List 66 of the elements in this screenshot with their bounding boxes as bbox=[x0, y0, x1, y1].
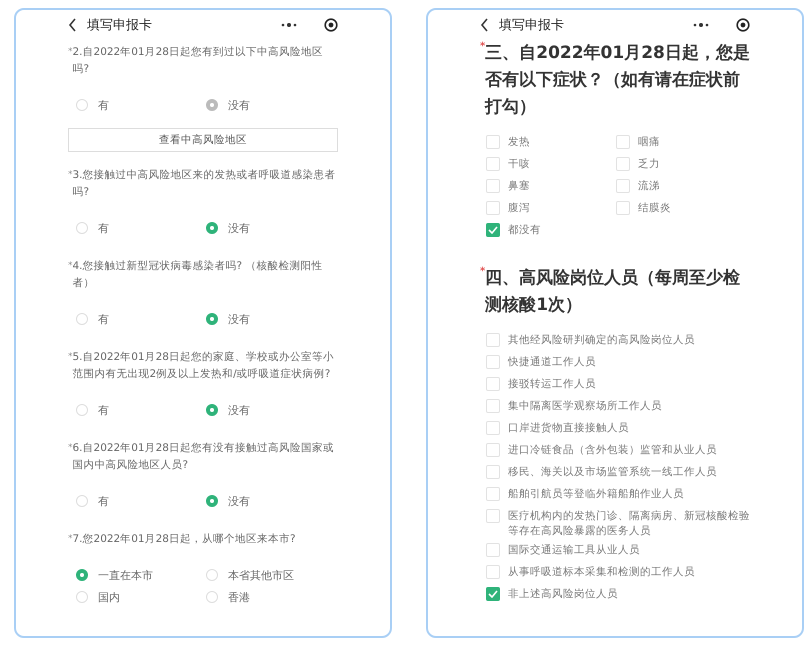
option-label: 结膜炎 bbox=[638, 201, 671, 216]
option-label: 香港 bbox=[228, 590, 250, 604]
required-mark: * bbox=[68, 169, 72, 182]
checkbox[interactable] bbox=[486, 587, 500, 601]
option-label: 其他经风险研判确定的高风险岗位人员 bbox=[508, 333, 695, 348]
option-label: 发热 bbox=[508, 135, 530, 150]
page-title: 填写申报卡 bbox=[87, 17, 153, 34]
option-label: 有 bbox=[98, 312, 109, 326]
radio-button[interactable] bbox=[206, 313, 218, 325]
option-label: 移民、海关以及市场监管系统一线工作人员 bbox=[508, 465, 717, 480]
option-label: 没有 bbox=[228, 312, 250, 326]
question-text: 5.自2022年01月28日起您的家庭、学校或办公室等小范围内有无出现2例及以上发热和/或呼吸道症状病例? bbox=[72, 350, 335, 382]
question-text: 3.您接触过中高风险地区来的发热或者呼吸道感染患者吗? bbox=[72, 168, 337, 200]
option-label: 没有 bbox=[228, 494, 250, 508]
option-label: 有 bbox=[98, 220, 109, 236]
option-label: 有 bbox=[98, 494, 109, 508]
option-label: 国际交通运输工具从业人员 bbox=[508, 543, 640, 558]
option-label: 有 bbox=[98, 402, 109, 418]
option-label: 本省其他市区 bbox=[228, 568, 294, 582]
option-label: 咽痛 bbox=[638, 135, 660, 150]
page-title: 填写申报卡 bbox=[499, 17, 565, 34]
option-label: 进口冷链食品（含外包装）监管和从业人员 bbox=[508, 443, 717, 458]
required-mark: * bbox=[480, 265, 486, 279]
required-mark: * bbox=[68, 46, 72, 59]
back-icon[interactable] bbox=[68, 18, 77, 32]
radio-button[interactable] bbox=[76, 569, 88, 581]
target-icon[interactable] bbox=[324, 18, 338, 32]
question-text: 6.自2022年01月28日起您有没有接触过高风险国家或国内中高风险地区人员? bbox=[72, 441, 335, 473]
required-mark: * bbox=[480, 40, 486, 52]
option-label: 流涕 bbox=[638, 179, 660, 194]
radio-button[interactable] bbox=[206, 222, 218, 234]
more-icon[interactable] bbox=[280, 22, 298, 28]
option-label: 医疗机构内的发热门诊、隔离病房、新冠核酸检验等存在高风险暴露的医务人员 bbox=[508, 509, 750, 539]
option-label: 国内 bbox=[98, 590, 120, 604]
required-mark: * bbox=[68, 351, 72, 364]
option-label: 船舶引航员等登临外籍船舶作业人员 bbox=[508, 487, 684, 502]
required-mark: * bbox=[68, 533, 72, 546]
question-text: 4.您接触过新型冠状病毒感染者吗? （核酸检测阳性者） bbox=[72, 259, 324, 291]
option-label: 没有 bbox=[228, 402, 250, 418]
option-label: 快捷通道工作人员 bbox=[508, 355, 596, 370]
more-icon[interactable] bbox=[692, 22, 710, 28]
option-label: 接驳转运工作人员 bbox=[508, 377, 596, 392]
checkbox[interactable] bbox=[486, 223, 500, 237]
question-text: 7.您2022年01月28日起，从哪个地区来本市? bbox=[72, 532, 296, 547]
option-label: 干咳 bbox=[508, 157, 530, 172]
required-mark: * bbox=[68, 442, 72, 455]
option-label: 都没有 bbox=[508, 223, 541, 238]
radio-button[interactable] bbox=[206, 404, 218, 416]
option-label: 口岸进货物直接接触人员 bbox=[508, 421, 629, 436]
option-label: 有 bbox=[98, 98, 109, 112]
option-label: 乏力 bbox=[638, 157, 660, 172]
option-label: 没有 bbox=[228, 220, 250, 236]
target-icon[interactable] bbox=[736, 18, 750, 32]
option-label: 没有 bbox=[228, 98, 250, 112]
section-heading: 三、自2022年01月28日起，您是否有以下症状？（如有请在症状前打勾） bbox=[485, 43, 750, 119]
option-label: 从事呼吸道标本采集和检测的工作人员 bbox=[508, 565, 695, 580]
option-label: 一直在本市 bbox=[98, 568, 153, 582]
required-mark: * bbox=[68, 260, 72, 273]
option-label: 集中隔离医学观察场所工作人员 bbox=[508, 399, 662, 414]
option-label: 鼻塞 bbox=[508, 179, 530, 194]
section-heading: 四、高风险岗位人员（每周至少检测核酸1次） bbox=[485, 267, 742, 317]
question-text: 2.自2022年01月28日起您有到过以下中高风险地区吗? bbox=[72, 45, 324, 77]
option-label: 非上述高风险岗位人员 bbox=[508, 587, 618, 602]
radio-button[interactable] bbox=[206, 495, 218, 507]
back-icon[interactable] bbox=[480, 18, 489, 32]
option-label: 腹泻 bbox=[508, 201, 530, 216]
